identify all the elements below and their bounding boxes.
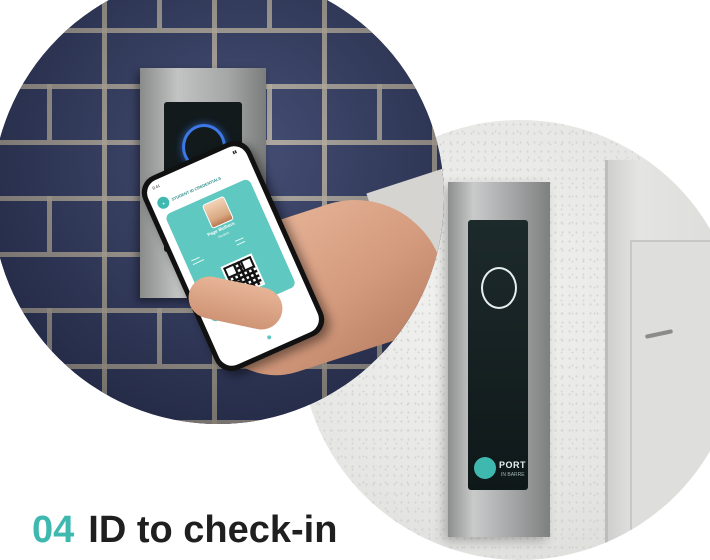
door-panel	[630, 240, 710, 544]
reader-ring-icon	[481, 267, 517, 309]
card-field: ▬▬▬ ▬▬▬▬	[190, 254, 205, 266]
phone-tap-photo-circle: 9:41 ▮▮ ● STUDENT ID CREDENTIALS Page Mu…	[0, 0, 444, 424]
step-title: ID to check-in	[88, 509, 338, 551]
page-indicator-dot	[266, 334, 272, 340]
access-reader	[468, 220, 528, 490]
brand-logo-icon	[474, 457, 496, 479]
card-field: ▬▬▬ ▬▬▬	[234, 235, 246, 247]
step-number: 04	[32, 509, 75, 551]
phone-time: 9:41	[151, 182, 161, 191]
app-logo-icon: ●	[155, 194, 172, 211]
reader-brand-tagline: IN BARRE	[501, 472, 525, 478]
step-heading: 04 ID to check-in	[32, 509, 338, 552]
reader-brand-name: PORT	[499, 460, 527, 470]
battery-icon: ▮▮	[231, 148, 238, 156]
